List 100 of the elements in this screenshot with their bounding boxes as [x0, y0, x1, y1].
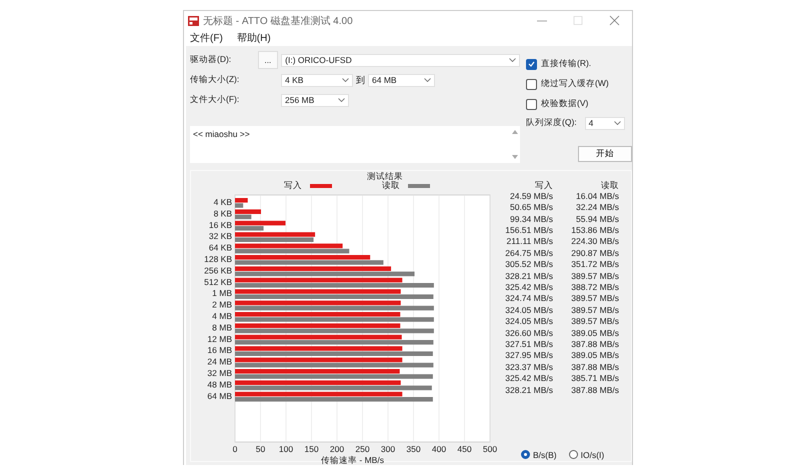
table-cell-text: 211.11 MB/s: [506, 236, 553, 248]
category-label: 16 KB: [208, 219, 232, 230]
table-cell-text: 326.60 MB/s: [504, 328, 553, 339]
category-label: 256 KB: [204, 264, 232, 275]
table-cell-text: 16.04 MB/s: [575, 190, 619, 202]
write-bar: [235, 220, 286, 225]
table-cell-text: 325.42 MB/s: [504, 282, 553, 294]
category-label: 1 MB: [212, 288, 232, 298]
radio-button[interactable]: IO/s(I): [568, 450, 604, 460]
field-label: 文件大小(F):: [190, 94, 240, 106]
table-cell-text: 389.57 MB/s: [570, 293, 619, 305]
axis-tick-label: 450: [457, 444, 472, 454]
dropdown-caret-icon: [424, 78, 431, 82]
table-cell-text: 351.72 MB/s: [570, 259, 619, 271]
category-label: 32 MB: [207, 368, 232, 378]
category-label: 512 KB: [204, 276, 232, 286]
write-bar: [235, 198, 248, 202]
radio-button[interactable]: B/s(B): [521, 450, 557, 460]
table-cell-text: 388.72 MB/s: [570, 282, 619, 294]
scroll-down-icon[interactable]: [512, 155, 518, 159]
drive-select[interactable]: (I:) ORICO-UFSD: [281, 54, 520, 66]
table-cell-text: 323.37 MB/s: [504, 362, 553, 374]
checkbox[interactable]: 直接传输(R).: [526, 54, 632, 74]
axis-tick-label: 400: [432, 444, 446, 454]
axis-tick-label: 300: [380, 444, 396, 454]
column-header: 读取: [600, 180, 619, 191]
category-label: 64 KB: [208, 242, 232, 252]
table-cell-text: 389.57 MB/s: [570, 270, 619, 282]
read-bar: [235, 202, 244, 208]
queue-depth-select[interactable]: 4: [584, 116, 625, 130]
table-cell-text: 387.88 MB/s: [570, 384, 619, 396]
table-cell-text: 389.57 MB/s: [570, 316, 619, 328]
table-cell-text: 327.51 MB/s: [504, 338, 553, 350]
checkbox[interactable]: 绕过写入缓存(W): [526, 74, 632, 94]
table-cell-text: 325.42 MB/s: [504, 373, 553, 385]
table-cell-text: 32.24 MB/s: [575, 202, 619, 214]
table-cell-text: 389.05 MB/s: [570, 328, 619, 339]
write-bar: [235, 208, 261, 214]
category-label: 8 MB: [212, 322, 232, 332]
table-cell-text: 389.57 MB/s: [570, 304, 619, 316]
table-cell-text: 153.86 MB/s: [570, 225, 619, 236]
scroll-up-icon[interactable]: [512, 130, 518, 134]
dropdown-caret-icon: [342, 78, 349, 82]
axis-tick-label: 100: [278, 444, 294, 454]
file-size-select[interactable]: 256 MB: [281, 94, 349, 106]
legend-item: 写入: [284, 180, 332, 192]
table-cell-text: 324.05 MB/s: [504, 316, 553, 328]
category-label: 8 KB: [214, 208, 232, 218]
dropdown-caret-icon: [509, 58, 516, 62]
table-cell-text: 55.94 MB/s: [575, 214, 619, 226]
table-cell-text: 387.88 MB/s: [570, 338, 619, 350]
table-cell-text: 328.21 MB/s: [504, 270, 553, 282]
dropdown-caret-icon: [614, 121, 621, 125]
field-label: 队列深度(Q):: [526, 117, 577, 129]
category-label: 32 KB: [208, 230, 232, 241]
app-icon: [188, 16, 199, 26]
category-label: 4 KB: [214, 196, 232, 206]
category-label: 2 MB: [212, 299, 232, 310]
table-cell-text: 224.30 MB/s: [570, 236, 619, 248]
axis-tick-label: 150: [304, 444, 319, 454]
browse-button[interactable]: ...: [258, 51, 278, 69]
axis-tick-label: 50: [256, 444, 266, 454]
min-size-select[interactable]: 4 KB: [281, 74, 353, 86]
category-label: 128 KB: [204, 254, 232, 264]
table-cell-text: 328.21 MB/s: [504, 384, 553, 396]
table-cell-text: 99.34 MB/s: [509, 214, 553, 226]
table-cell-text: 389.05 MB/s: [570, 350, 619, 362]
table-cell-text: 24.59 MB/s: [509, 190, 553, 202]
category-label: 24 MB: [207, 356, 232, 366]
table-cell-text: 385.71 MB/s: [570, 373, 619, 385]
start-button[interactable]: 开始: [578, 146, 632, 162]
category-label: 48 MB: [207, 378, 232, 389]
table-cell-text: 50.65 MB/s: [509, 202, 553, 214]
table-cell-text: 327.95 MB/s: [504, 350, 553, 362]
axis-tick-label: 350: [406, 444, 421, 454]
menu-item[interactable]: 帮助(H): [234, 30, 273, 46]
category-label: 12 MB: [207, 333, 232, 344]
legend-item: 读取: [382, 180, 430, 192]
max-size-select[interactable]: 64 MB: [368, 74, 435, 86]
checkbox[interactable]: 校验数据(V): [526, 94, 632, 114]
table-cell-text: 324.05 MB/s: [504, 304, 553, 316]
field-label: 传输大小(Z):: [190, 74, 240, 86]
description-field[interactable]: << miaoshu >>: [190, 126, 520, 163]
read-bar: [235, 226, 264, 230]
category-label: 4 MB: [212, 310, 232, 320]
axis-tick-label: 0: [232, 444, 238, 454]
table-cell-text: 156.51 MB/s: [504, 225, 553, 236]
read-bar: [235, 214, 252, 219]
window-title: 无标题 - ATTO 磁盘基准测试 4.00: [203, 14, 353, 28]
field-label: 到: [356, 74, 365, 86]
axis-tick-label: 200: [330, 444, 344, 454]
table-cell-text: 387.88 MB/s: [570, 362, 619, 374]
category-label: 16 MB: [207, 344, 232, 355]
field-label: 驱动器(D):: [190, 54, 232, 66]
menu-item[interactable]: 文件(F): [188, 30, 225, 46]
axis-tick-label: 500: [482, 444, 498, 454]
table-cell-text: 264.75 MB/s: [504, 248, 553, 260]
axis-title: 传输速率 - MB/s: [321, 454, 384, 464]
axis-tick-label: 250: [355, 444, 370, 454]
category-label: 64 MB: [207, 390, 232, 400]
